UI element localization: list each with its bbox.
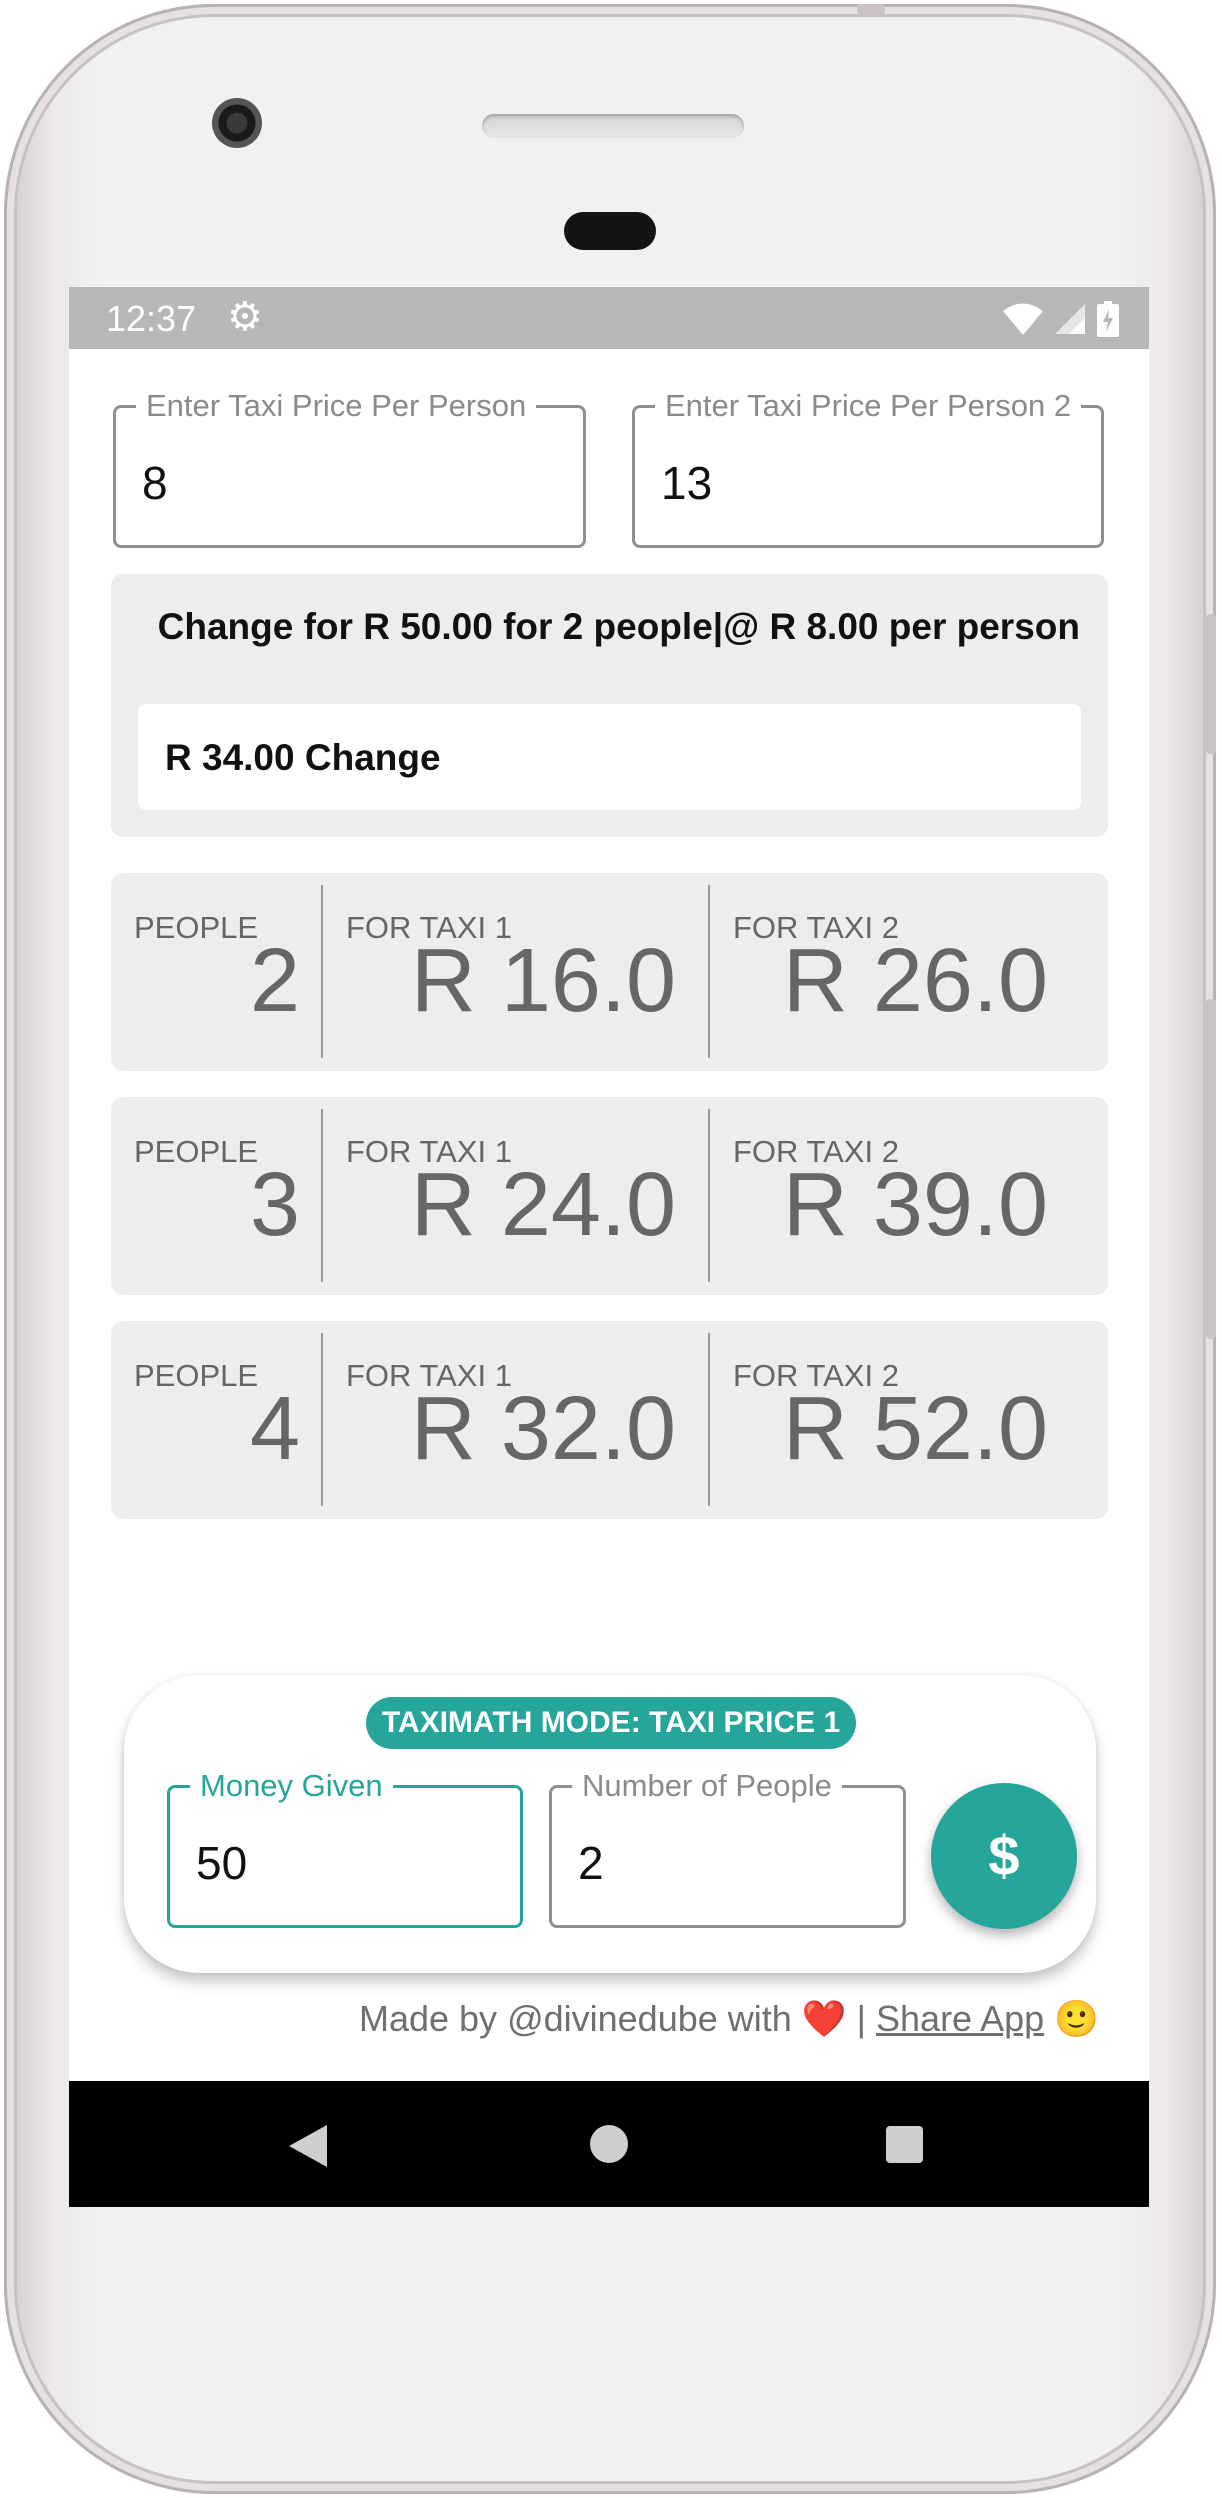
row-divider [708,885,710,1058]
share-app-link[interactable]: Share App [876,1998,1044,2039]
status-bar: 12:37 ⚙ [69,287,1149,349]
taxi-2-price: R 26.0 [782,931,1048,1031]
people-count: 3 [249,1155,300,1255]
people-count: 4 [249,1379,300,1479]
row-divider [321,1333,323,1506]
taxi-1-price: R 24.0 [410,1155,676,1255]
signal-icon [1055,304,1085,334]
phone-frame: 12:37 ⚙ Enter Taxi Price Per Person 8 En… [4,4,1216,2494]
front-camera [212,98,262,148]
taxi-2-price: R 39.0 [782,1155,1048,1255]
taxi-price-2-field[interactable]: Enter Taxi Price Per Person 2 13 [632,388,1104,548]
people-label: PEOPLE [134,1358,259,1393]
side-key [1206,614,1216,754]
power-key [857,4,885,14]
app-screen: 12:37 ⚙ Enter Taxi Price Per Person 8 En… [69,287,1149,2207]
number-of-people-field[interactable]: Number of People 2 [549,1768,906,1928]
dollar-icon: $ [988,1824,1020,1887]
taxi-price-1-field[interactable]: Enter Taxi Price Per Person 8 [113,388,586,548]
mode-badge[interactable]: TAXIMATH MODE: TAXI PRICE 1 [366,1697,856,1749]
change-summary: Change for R 50.00 for 2 people|@ R 8.00… [157,606,1080,647]
money-given-value[interactable]: 50 [196,1836,247,1890]
change-result-box: R 34.00 Change [138,704,1081,810]
taxi-price-1-label: Enter Taxi Price Per Person [136,388,537,424]
calc-row-3-people[interactable]: PEOPLE 3 FOR TAXI 1 R 24.0 FOR TAXI 2 R … [111,1097,1108,1295]
taxi-price-2-value[interactable]: 13 [661,456,712,510]
navigation-bar [69,2081,1149,2207]
people-label: PEOPLE [134,1134,259,1169]
money-given-label: Money Given [190,1768,393,1804]
home-icon[interactable] [590,2125,628,2163]
row-divider [321,885,323,1058]
money-given-field[interactable]: Money Given 50 [167,1768,523,1928]
earpiece-speaker [482,114,744,138]
people-count: 2 [249,931,300,1031]
calc-row-2-people[interactable]: PEOPLE 2 FOR TAXI 1 R 16.0 FOR TAXI 2 R … [111,873,1108,1071]
calc-row-4-people[interactable]: PEOPLE 4 FOR TAXI 1 R 32.0 FOR TAXI 2 R … [111,1321,1108,1519]
credits-text: Made by @divinedube with [358,1998,792,2039]
change-value: R 34.00 Change [165,737,441,778]
smiley-icon: 🙂 [1054,1998,1099,2039]
number-of-people-label: Number of People [572,1768,842,1804]
status-icons [1003,299,1119,339]
row-divider [708,1333,710,1506]
taxi-2-price: R 52.0 [782,1379,1048,1479]
taxi-1-price: R 32.0 [410,1379,676,1479]
taxi-1-price: R 16.0 [410,931,676,1031]
back-icon[interactable] [289,2125,327,2167]
proximity-sensor [564,212,656,250]
number-of-people-value[interactable]: 2 [578,1836,604,1890]
calculate-button[interactable]: $ [931,1783,1077,1929]
row-divider [321,1109,323,1282]
credits-separator: | [856,1998,866,2039]
recents-icon[interactable] [886,2126,923,2163]
volume-key [1206,999,1216,1339]
gear-icon: ⚙ [227,295,263,339]
calculator-panel: TAXIMATH MODE: TAXI PRICE 1 Money Given … [124,1675,1096,1973]
battery-icon [1097,301,1119,337]
status-time: 12:37 [106,298,197,339]
people-label: PEOPLE [134,910,259,945]
taxi-price-2-label: Enter Taxi Price Per Person 2 [655,388,1082,424]
credits-footer: Made by @divinedube with ❤️ | Share App … [359,1998,1099,2040]
taxi-price-1-value[interactable]: 8 [142,456,168,510]
wifi-icon [1003,303,1043,335]
row-divider [708,1109,710,1282]
change-card: Change for R 50.00 for 2 people|@ R 8.00… [111,574,1108,837]
heart-icon: ❤️ [801,1998,847,2039]
